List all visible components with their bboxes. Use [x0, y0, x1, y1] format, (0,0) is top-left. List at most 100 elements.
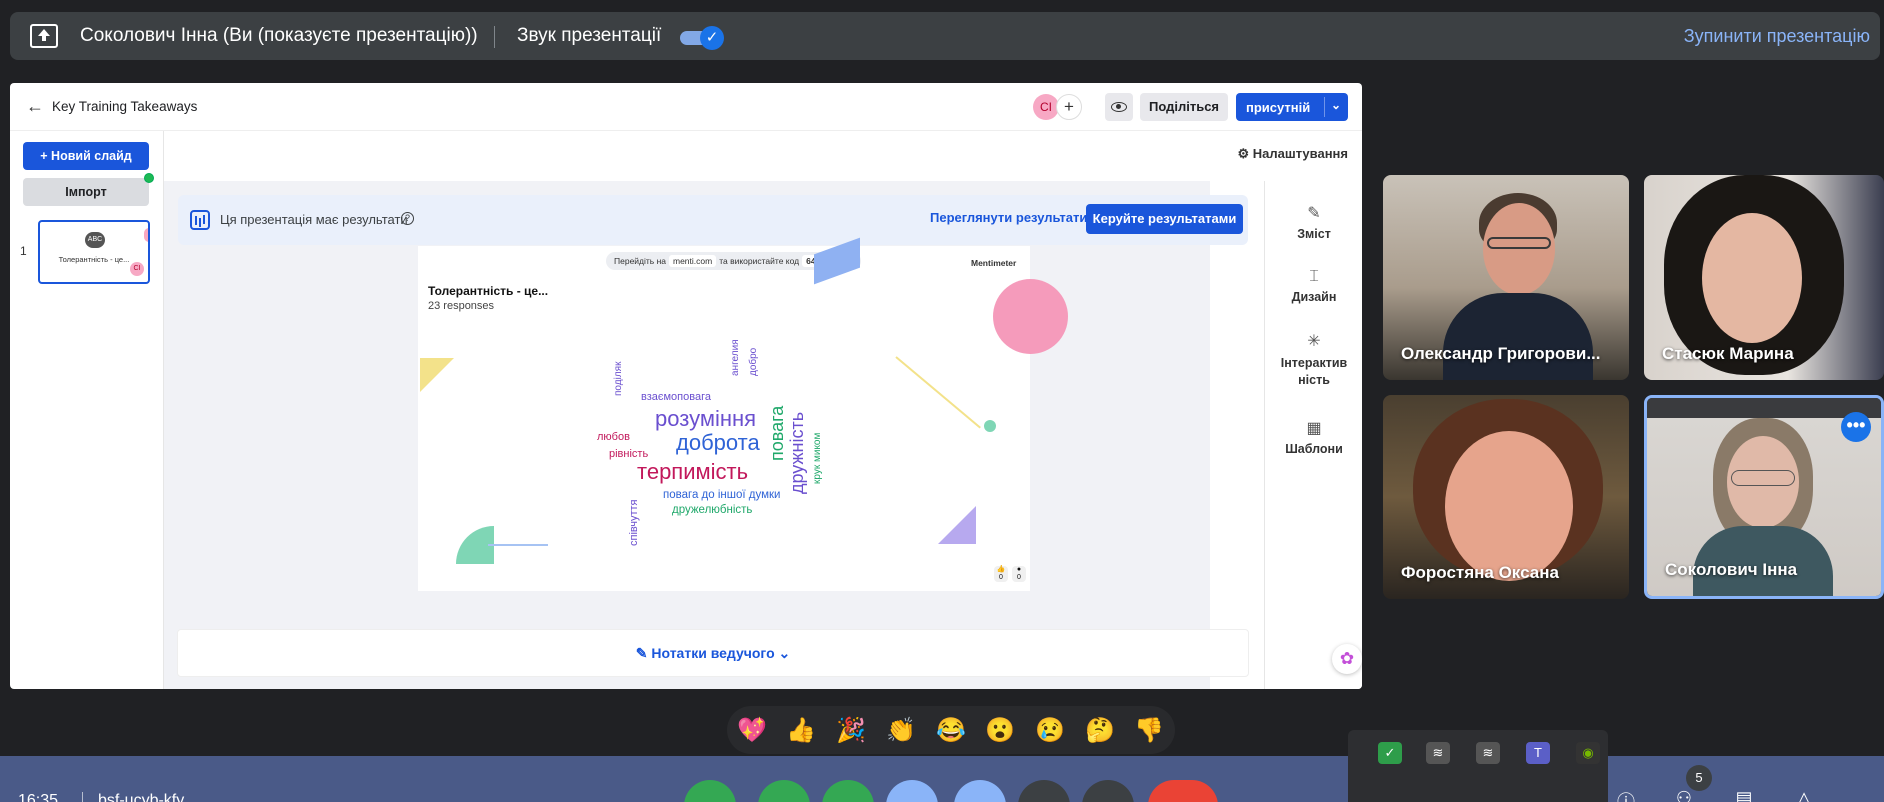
app-tray-icon[interactable]: ≋: [1426, 742, 1450, 764]
back-arrow-icon[interactable]: ←: [26, 96, 44, 117]
menti-header: ← Key Training Takeaways CI + Поділіться…: [10, 83, 1362, 131]
wordcloud-icon: ABC: [85, 232, 105, 248]
participant-name: Стасюк Марина: [1662, 344, 1794, 363]
more-options-button[interactable]: •••: [1841, 412, 1871, 442]
results-banner-text: Ця презентація має результати: [220, 212, 408, 227]
participant-tile-self[interactable]: ••• Соколович Інна: [1644, 395, 1884, 599]
brush-icon: ⌶: [1309, 268, 1319, 285]
reaction-surprised[interactable]: 😮: [983, 714, 1017, 748]
participant-tile[interactable]: Олександр Григорови...: [1383, 175, 1629, 380]
add-collaborator-button[interactable]: +: [1056, 94, 1082, 120]
slide-preview[interactable]: Перейдіть на menti.com та використайте код…: [418, 237, 1068, 591]
new-slide-button[interactable]: + Новий слайд: [23, 142, 149, 170]
present-screen-icon: [30, 24, 58, 48]
audio-output-button[interactable]: [684, 780, 736, 802]
manage-results-button[interactable]: Керуйте результатами: [1086, 204, 1243, 234]
reaction-sparkling-heart[interactable]: 💖: [735, 714, 769, 748]
slide-thumbnail[interactable]: ABC Толерантність - це... CI: [38, 220, 150, 284]
microphone-button[interactable]: [758, 780, 810, 802]
ai-assistant-icon[interactable]: ✿: [1332, 644, 1362, 674]
tool-content[interactable]: ✎ Зміст: [1265, 203, 1362, 241]
tool-interactivity[interactable]: ✳ Інтерактив ність: [1265, 331, 1362, 389]
chat-icon[interactable]: ▤: [1732, 788, 1756, 802]
system-tray-popup: ✓ ≋ ≋ T ◉: [1348, 730, 1608, 802]
settings-button[interactable]: ⚙ Налаштування: [1238, 146, 1348, 162]
activities-icon[interactable]: △: [1792, 788, 1816, 802]
join-site: menti.com: [669, 255, 717, 267]
tool-label: Шаблони: [1285, 442, 1343, 456]
mentimeter-logo: Mentimeter: [971, 258, 1017, 268]
word: рівність: [609, 448, 649, 460]
word: любов: [597, 431, 630, 443]
presentation-sound-label: Звук презентації: [517, 25, 662, 46]
presenter-notes-label[interactable]: ✎ Нотатки ведучого ⌄: [178, 645, 1248, 662]
gear-icon: ⚙: [1237, 146, 1253, 161]
participant-count-badge: 5: [1686, 765, 1712, 791]
eye-icon: [1111, 102, 1127, 112]
more-options-button[interactable]: [1082, 780, 1134, 802]
app-tray-icon[interactable]: ≋: [1476, 742, 1500, 764]
results-chart-icon: [190, 210, 210, 230]
slide-list-column: + Новий слайд Імпорт 1 ABC Толерантність…: [10, 131, 164, 689]
presentation-sound-toggle[interactable]: ✓: [680, 26, 726, 50]
present-now-button[interactable]: [954, 780, 1006, 802]
participant-tile[interactable]: Стасюк Марина: [1644, 175, 1884, 380]
divider: [82, 792, 83, 802]
response-counter: 👍 0: [994, 566, 1008, 582]
nvidia-icon[interactable]: ◉: [1576, 742, 1600, 764]
share-button[interactable]: Поділіться: [1140, 93, 1228, 121]
tool-design[interactable]: ⌶ Дизайн: [1265, 268, 1362, 304]
leave-call-button[interactable]: [1148, 780, 1218, 802]
help-icon[interactable]: ?: [401, 212, 414, 225]
raise-hand-button[interactable]: [1018, 780, 1070, 802]
chevron-down-icon[interactable]: ⌄: [1331, 98, 1341, 112]
reaction-laugh[interactable]: 😂: [934, 714, 968, 748]
present-button-label: присутній: [1246, 100, 1311, 115]
reaction-sad[interactable]: 😢: [1033, 714, 1067, 748]
meeting-id: bsf-ucyb-kfy: [98, 792, 185, 802]
security-shield-icon[interactable]: ✓: [1378, 742, 1402, 764]
templates-icon: ▦: [1306, 420, 1322, 437]
video-feed: [1487, 237, 1551, 249]
decor-purple-triangle: [938, 506, 976, 544]
import-button[interactable]: Імпорт: [23, 178, 149, 206]
tool-templates[interactable]: ▦ Шаблони: [1265, 418, 1362, 456]
reaction-thumbs-up[interactable]: 👍: [784, 714, 818, 748]
camera-button[interactable]: [822, 780, 874, 802]
info-icon[interactable]: ⓘ: [1614, 788, 1638, 802]
presenter-notes-bar[interactable]: ✎ Нотатки ведучого ⌄: [177, 629, 1249, 677]
word: терпимість: [637, 459, 749, 484]
reaction-thinking[interactable]: 🤔: [1083, 714, 1117, 748]
present-button[interactable]: присутній ⌄: [1236, 93, 1348, 121]
participant-tile[interactable]: Форостяна Оксана: [1383, 395, 1629, 599]
thumbs-icon: 👍: [996, 566, 1006, 573]
captions-button[interactable]: [886, 780, 938, 802]
stop-presenting-button[interactable]: Зупинити презентацію: [1684, 26, 1870, 47]
decor-green-dot: [984, 420, 996, 432]
reactions-bar: 💖 👍 🎉 👏 😂 😮 😢 🤔 👎: [727, 706, 1175, 754]
reaction-thumbs-down[interactable]: 👎: [1132, 714, 1166, 748]
word: добро: [748, 347, 759, 376]
decor-shape: [144, 228, 148, 242]
people-icon[interactable]: ⚇: [1672, 788, 1696, 802]
audience-counter: ● 0: [1012, 566, 1026, 582]
teams-icon[interactable]: T: [1526, 742, 1550, 764]
decor-yellow-line: [895, 356, 981, 429]
participant-name: Соколович Інна: [1665, 560, 1798, 579]
avatar: CI: [130, 262, 144, 276]
view-results-link[interactable]: Переглянути результати: [930, 210, 1087, 225]
pencil-icon: ✎: [1307, 205, 1321, 222]
word: дружелюбність: [672, 504, 753, 516]
preview-button[interactable]: [1105, 93, 1133, 121]
join-middle: та використайте код: [719, 256, 800, 266]
counter-value: 0: [1017, 574, 1021, 581]
tool-label: Дизайн: [1291, 290, 1337, 304]
results-banner: Ця презентація має результати ? Переглян…: [178, 195, 1248, 245]
word: крук миком: [812, 432, 823, 484]
word: повага: [767, 405, 787, 461]
word: розуміння: [655, 406, 757, 431]
notes-text: Нотатки ведучого: [651, 645, 775, 661]
reaction-clap[interactable]: 👏: [884, 714, 918, 748]
decor-pink-circle: [993, 279, 1068, 354]
reaction-party[interactable]: 🎉: [834, 714, 868, 748]
